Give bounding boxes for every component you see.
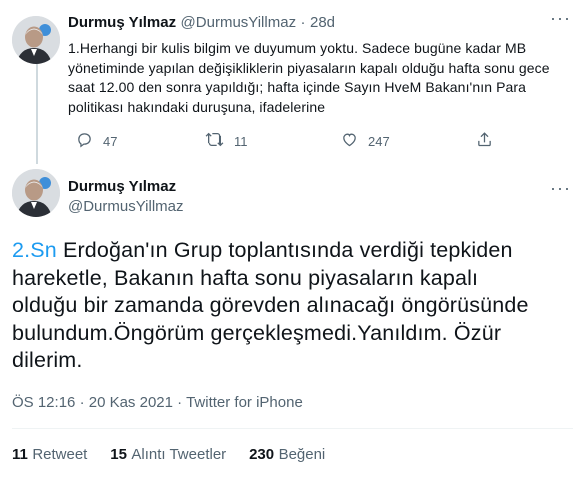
main-tweet-text: 2.Sn Erdoğan'ın Grup toplantısında verdi… bbox=[12, 237, 572, 375]
meta-separator: · bbox=[79, 394, 85, 411]
author-name[interactable]: Durmuş Yılmaz bbox=[68, 178, 176, 195]
quotes-stat[interactable]: 15 Alıntı Tweetler bbox=[110, 446, 230, 463]
tweet-meta: ÖS 12:16 · 20 Kas 2021 · Twitter for iPh… bbox=[12, 394, 303, 411]
divider bbox=[12, 428, 573, 429]
text-line: saat 12.00 den sonra yapıldığı; hafta iç… bbox=[68, 79, 527, 95]
meta-separator: · bbox=[177, 394, 183, 411]
text-line: 1.Herhangi bir kulis bilgim ve duyumum y… bbox=[68, 40, 527, 56]
avatar[interactable] bbox=[12, 16, 60, 64]
retweet-count: 11 bbox=[234, 133, 248, 149]
text-line: bulundum.Öngörüm gerçekleşmedi.Yanıldım.… bbox=[12, 320, 502, 345]
retweet-action[interactable]: 11 bbox=[205, 131, 248, 151]
likes-stat[interactable]: 230 Beğeni bbox=[249, 446, 325, 463]
thread-line bbox=[36, 64, 38, 164]
text-line: 2.Sn Erdoğan'ın Grup toplantısında verdi… bbox=[12, 237, 572, 265]
reply-icon bbox=[76, 131, 93, 151]
reply-tweet-header: Durmuş Yılmaz @DurmusYillmaz · 28d bbox=[68, 14, 335, 32]
text-line: yönetiminde yapılan değişikliklerin piya… bbox=[68, 59, 550, 76]
tweet-date[interactable]: 20 Kas 2021 bbox=[89, 394, 173, 411]
retweets-label: Retweet bbox=[32, 446, 88, 463]
retweet-icon bbox=[205, 131, 224, 151]
author-name[interactable]: Durmuş Yılmaz bbox=[68, 14, 176, 31]
likes-label: Beğeni bbox=[278, 446, 326, 463]
reply-tweet-text: 1.Herhangi bir kulis bilgim ve duyumum y… bbox=[68, 39, 568, 117]
quotes-number: 15 bbox=[110, 446, 127, 463]
like-count: 247 bbox=[368, 133, 390, 149]
meta-separator: · bbox=[300, 14, 306, 31]
text-line: hareketle, Bakanın hafta sonu piyasaları… bbox=[12, 265, 479, 290]
like-icon bbox=[341, 131, 358, 151]
author-handle[interactable]: @DurmusYillmaz bbox=[181, 14, 297, 31]
tweet-age[interactable]: 28d bbox=[310, 14, 335, 31]
tweet-stats: 11 Retweet 15 Alıntı Tweetler 230 Beğeni bbox=[12, 446, 325, 464]
author-handle[interactable]: @DurmusYillmaz bbox=[68, 198, 184, 215]
text-line: politikası hakındaki duruşuna, ifadeleri… bbox=[68, 98, 326, 115]
more-icon[interactable]: ··· bbox=[550, 178, 571, 199]
text-line: dilerim. bbox=[12, 348, 83, 372]
quotes-label: Alıntı Tweetler bbox=[131, 446, 227, 463]
more-icon[interactable]: ··· bbox=[550, 8, 571, 29]
mention-link[interactable]: 2.Sn bbox=[12, 238, 57, 262]
likes-number: 230 bbox=[249, 446, 275, 463]
tweet-source[interactable]: Twitter for iPhone bbox=[186, 394, 303, 411]
text-fragment: Erdoğan'ın Grup toplantısında verdiği te… bbox=[56, 238, 513, 262]
text-line: olduğu bir zamanda görevden alınacağı ön… bbox=[12, 293, 529, 317]
reply-count: 47 bbox=[103, 133, 118, 149]
share-icon bbox=[476, 131, 493, 151]
reply-action[interactable]: 47 bbox=[76, 131, 117, 151]
tweet-time[interactable]: ÖS 12:16 bbox=[12, 394, 75, 411]
avatar[interactable] bbox=[12, 169, 60, 217]
retweets-stat[interactable]: 11 Retweet bbox=[12, 446, 92, 463]
share-action[interactable] bbox=[476, 131, 493, 151]
like-action[interactable]: 247 bbox=[341, 131, 390, 151]
retweets-number: 11 bbox=[12, 446, 28, 463]
